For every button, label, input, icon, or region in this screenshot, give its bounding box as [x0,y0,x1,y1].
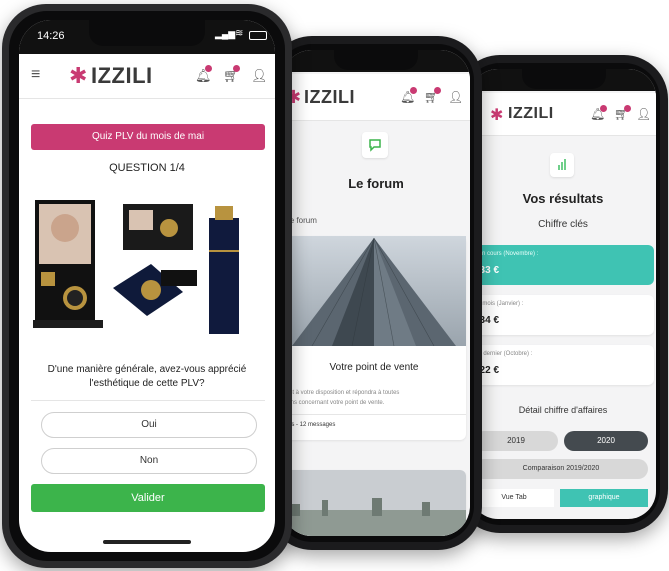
chart-icon-box [550,153,574,177]
kpi-label: ois dernier (Octobre) : [474,351,533,357]
phone-results: ✱ IZZILI 🔔︎ 🛒︎ 👤︎ Vos résultats Chiffre … [456,55,668,533]
results-screen: ✱ IZZILI 🔔︎ 🛒︎ 👤︎ Vos résultats Chiffre … [470,69,656,519]
chat-bubble-icon [369,139,381,152]
signal-icon: ▂▄▆ [215,29,236,39]
page-title: Le forum [348,176,404,191]
revenue-detail-title: Détail chiffre d'affaires [518,405,608,415]
view-chart-button[interactable]: graphique [560,489,648,507]
menu-icon[interactable]: ≡ [31,66,40,84]
compare-button[interactable]: Comparaison 2019/2020 [474,459,648,479]
year-2019-button[interactable]: 2019 [474,431,558,451]
logo-flower-icon: ✱ [490,107,504,124]
logo: IZZILI [508,105,554,122]
logo: IZZILI [91,63,153,88]
answer-divider [31,400,265,401]
forum-screen: ✱ IZZILI 🔔︎ 🛒︎ 👤︎ Le forum le forum Votr… [282,50,470,536]
year-2020-button[interactable]: 2020 [564,431,648,451]
battery-icon [249,31,267,40]
question-counter: QUESTION 1/4 [109,162,185,174]
kpi-card-current[interactable]: s en cours (Novembre) : 633 € [470,245,654,285]
card-description-line1: est à votre disposition et répondra à to… [286,390,400,396]
cart-badge [233,65,240,72]
notch [334,50,418,70]
cart-badge [624,105,631,112]
phone-forum: ✱ IZZILI 🔔︎ 🛒︎ 👤︎ Le forum le forum Votr… [268,36,482,550]
logo-flower-icon: ✱ [69,63,88,88]
forum-topic-card-2[interactable] [282,470,466,536]
phone-quiz: 14:26 ▂▄▆ ≋ ≡ ✱ IZZILI 🔔︎ 🛒︎ 👤︎ Quiz PLV… [2,4,292,568]
card-title: Votre point de vente [329,362,419,373]
user-icon[interactable]: 👤︎ [251,68,268,84]
answer-yes-button[interactable]: Oui [41,412,257,438]
notification-badge [600,105,607,112]
kpi-card-last-year[interactable]: ier mois (Janvier) : 434 € [470,295,654,335]
chat-icon-box [362,132,388,158]
submit-button[interactable]: Valider [31,484,265,512]
wifi-icon: ≋ [235,28,244,39]
app-header: ✱ IZZILI 🔔︎ 🛒︎ 👤︎ [282,74,470,121]
status-time: 14:26 [37,30,65,42]
answer-no-button[interactable]: Non [41,448,257,474]
kpi-label: s en cours (Novembre) : [474,251,539,257]
skyscraper-image [282,236,466,346]
question-text-line2: l'esthétique de cette PLV? [89,378,205,389]
quiz-screen: 14:26 ▂▄▆ ≋ ≡ ✱ IZZILI 🔔︎ 🛒︎ 👤︎ Quiz PLV… [19,20,275,552]
notch [89,20,205,46]
user-icon[interactable]: 👤︎ [448,90,463,104]
section-subtitle: Chiffre clés [538,219,588,230]
app-header: ≡ ✱ IZZILI 🔔︎ 🛒︎ 👤︎ [19,54,275,99]
home-indicator [103,540,191,544]
plv-product-image [31,194,265,354]
kpi-card-last-month[interactable]: ois dernier (Octobre) : 622 € [470,345,654,385]
logo: IZZILI [304,87,355,107]
user-icon[interactable]: 👤︎ [636,107,651,121]
question-text-line1: D'une manière générale, avez-vous appréc… [47,364,247,375]
view-table-button[interactable]: Vue Tab [474,489,554,507]
city-image [282,470,466,536]
breadcrumb[interactable]: le forum [288,216,317,225]
quiz-banner: Quiz PLV du mois de mai [31,124,265,150]
bar-chart-icon [558,159,566,170]
notification-badge [205,65,212,72]
card-description-line2: ions concernant votre point de vente. [286,400,385,406]
cart-badge [434,87,441,94]
notification-badge [410,87,417,94]
notch [522,69,606,89]
card-meta: ers - 12 messages [286,422,336,428]
forum-topic-card[interactable]: Votre point de vente est à votre disposi… [282,236,466,440]
app-header: ✱ IZZILI 🔔︎ 🛒︎ 👤︎ [470,93,656,136]
page-title: Vos résultats [522,191,604,206]
card-divider [282,414,466,415]
